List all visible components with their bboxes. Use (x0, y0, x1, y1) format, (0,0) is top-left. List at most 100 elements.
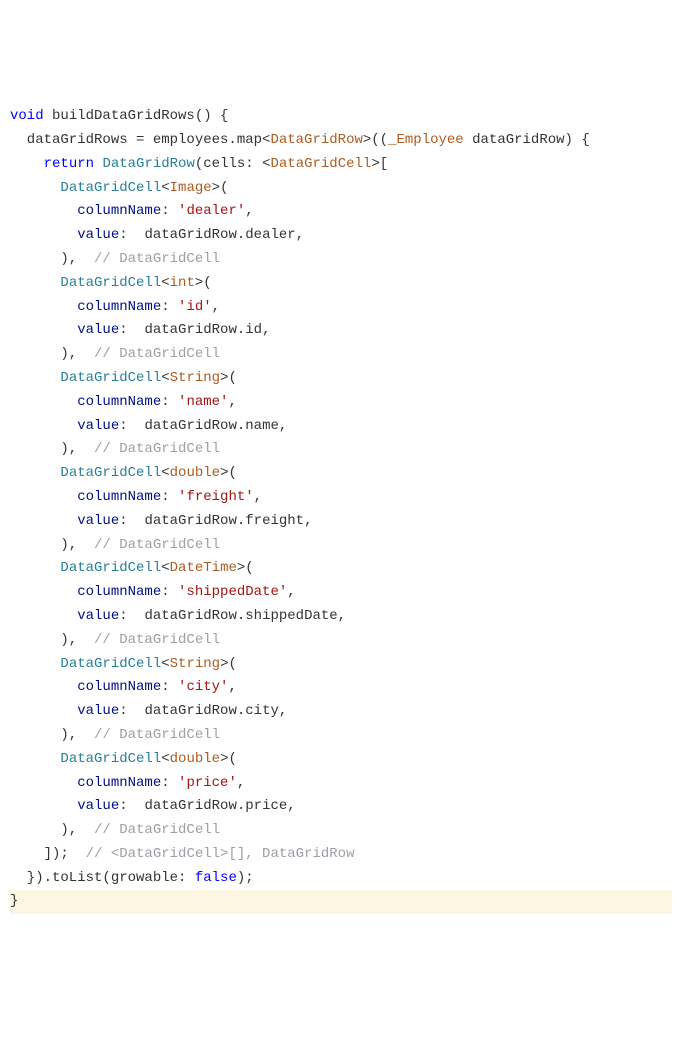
string-dealer: 'dealer' (178, 203, 245, 219)
indent (10, 751, 60, 767)
close-list: ]); (10, 846, 86, 862)
type-datagridcell: DataGridCell (60, 465, 161, 481)
line: columnName: 'freight', (10, 489, 262, 505)
lt: < (161, 370, 169, 386)
comma: , (212, 299, 220, 315)
type-datagridrow: DataGridRow (102, 156, 194, 172)
line: }).toList(growable: false); (10, 870, 254, 886)
line: ), // DataGridCell (10, 441, 220, 457)
gt: >( (220, 370, 237, 386)
comment: // DataGridCell (94, 822, 220, 838)
comma: , (287, 584, 295, 600)
comma: , (228, 394, 236, 410)
line: DataGridCell<double>( (10, 465, 237, 481)
colon: : (161, 299, 178, 315)
line: ), // DataGridCell (10, 727, 220, 743)
param-columnname: columnName (77, 299, 161, 315)
line: ]); // <DataGridCell>[], DataGridRow (10, 846, 354, 862)
line: columnName: 'dealer', (10, 203, 254, 219)
type-double: double (170, 465, 220, 481)
line: ), // DataGridCell (10, 251, 220, 267)
line: DataGridCell<double>( (10, 751, 237, 767)
indent (10, 299, 77, 315)
bool-false: false (195, 870, 237, 886)
line: ), // DataGridCell (10, 632, 220, 648)
gt: >( (237, 560, 254, 576)
param-columnname: columnName (77, 679, 161, 695)
expr: dataGridRow.dealer, (136, 227, 304, 243)
indent (10, 513, 77, 529)
text: ); (237, 870, 254, 886)
line: void buildDataGridRows() { (10, 108, 228, 124)
indent (10, 370, 60, 386)
type-datagridcell: DataGridCell (60, 560, 161, 576)
line: value: dataGridRow.freight, (10, 513, 312, 529)
comment: // <DataGridCell>[], DataGridRow (86, 846, 355, 862)
param-value: value (77, 322, 119, 338)
indent (10, 322, 77, 338)
param-columnname: columnName (77, 489, 161, 505)
param-value: value (77, 418, 119, 434)
param-columnname: columnName (77, 203, 161, 219)
indent (10, 489, 77, 505)
colon: : (119, 513, 136, 529)
indent (10, 394, 77, 410)
indent (10, 798, 77, 814)
comma: , (228, 679, 236, 695)
param-value: value (77, 798, 119, 814)
line: DataGridCell<Image>( (10, 180, 228, 196)
param-value: value (77, 227, 119, 243)
comment: // DataGridCell (94, 632, 220, 648)
colon: : (161, 489, 178, 505)
colon: : (161, 679, 178, 695)
line: columnName: 'city', (10, 679, 237, 695)
line: value: dataGridRow.dealer, (10, 227, 304, 243)
line: return DataGridRow(cells: <DataGridCell>… (10, 156, 388, 172)
line: ), // DataGridCell (10, 346, 220, 362)
tolist: }).toList(growable: (10, 870, 195, 886)
line: dataGridRows = employees.map<DataGridRow… (10, 132, 590, 148)
line: columnName: 'price', (10, 775, 245, 791)
colon: : (161, 203, 178, 219)
gt: >( (212, 180, 229, 196)
fn-decl: buildDataGridRows() { (44, 108, 229, 124)
lt: < (161, 656, 169, 672)
close-brace: } (10, 893, 18, 909)
comma: , (254, 489, 262, 505)
expr: dataGridRow.price, (136, 798, 296, 814)
line: value: dataGridRow.shippedDate, (10, 608, 346, 624)
type-datagridcell: DataGridCell (60, 180, 161, 196)
param-columnname: columnName (77, 775, 161, 791)
colon: : (119, 703, 136, 719)
close: ), (10, 537, 94, 553)
indent (10, 465, 60, 481)
colon: : (119, 418, 136, 434)
colon: : (119, 798, 136, 814)
gt: >( (220, 465, 237, 481)
line: DataGridCell<DateTime>( (10, 560, 254, 576)
line: value: dataGridRow.id, (10, 322, 270, 338)
line: DataGridCell<String>( (10, 370, 237, 386)
colon: : (161, 775, 178, 791)
line: columnName: 'id', (10, 299, 220, 315)
type-datagridcell: DataGridCell (60, 370, 161, 386)
comment: // DataGridCell (94, 251, 220, 267)
indent (10, 656, 60, 672)
colon: : (161, 584, 178, 600)
indent (10, 418, 77, 434)
indent (10, 608, 77, 624)
comment: // DataGridCell (94, 346, 220, 362)
param-columnname: columnName (77, 584, 161, 600)
type-string: String (170, 656, 220, 672)
indent (10, 203, 77, 219)
code-block: void buildDataGridRows() { dataGridRows … (10, 105, 672, 914)
indent (10, 156, 44, 172)
close: ), (10, 346, 94, 362)
text: dataGridRows = employees.map< (10, 132, 270, 148)
param-value: value (77, 703, 119, 719)
lt: < (161, 560, 169, 576)
keyword-void: void (10, 108, 44, 124)
line: value: dataGridRow.city, (10, 703, 287, 719)
line: DataGridCell<String>( (10, 656, 237, 672)
gt: >( (220, 751, 237, 767)
